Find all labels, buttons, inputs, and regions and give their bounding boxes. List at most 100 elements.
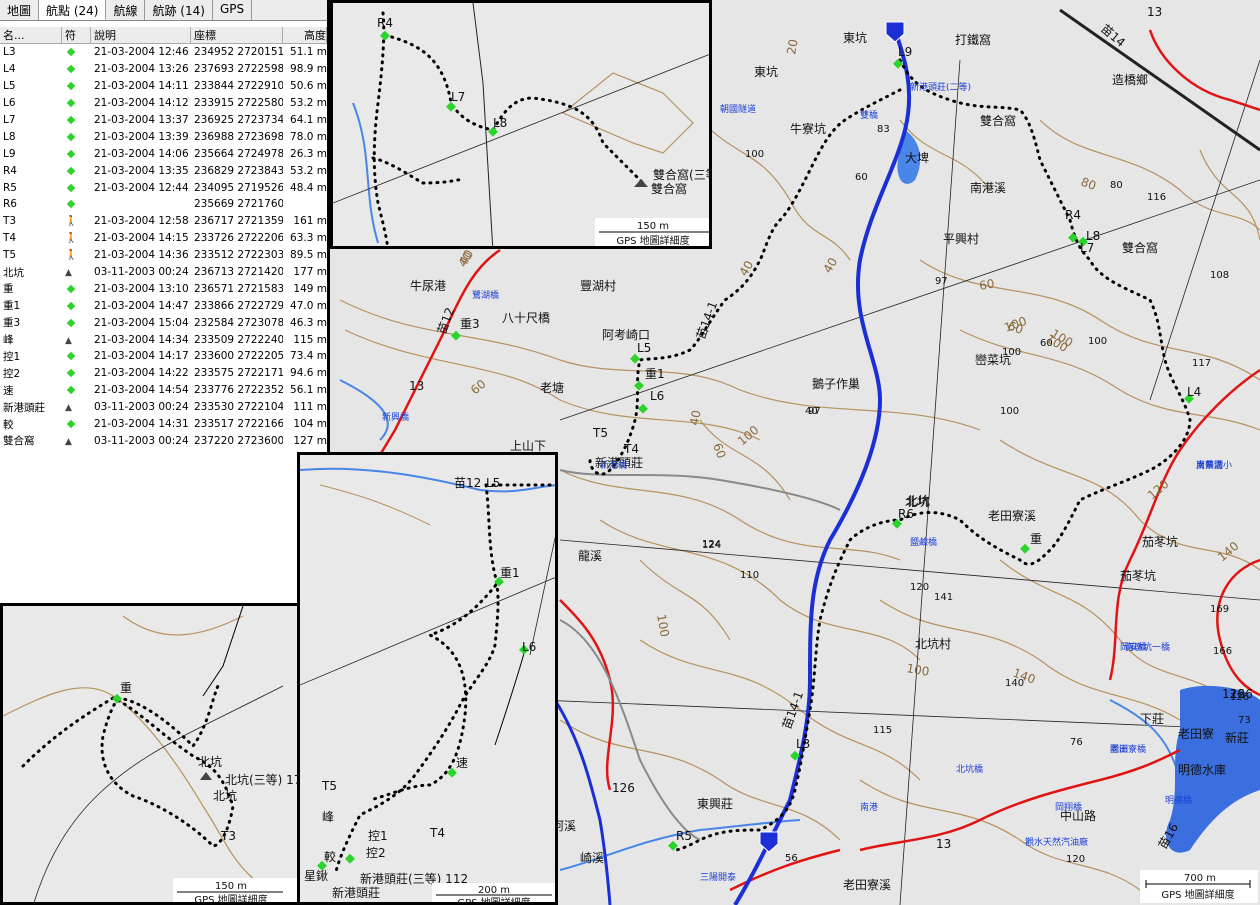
- waypoint-row[interactable]: L4 21-03-2004 13:26 237693 2722598 98.9 m: [0, 61, 327, 78]
- waypoint-name: 控2: [3, 367, 21, 380]
- waypoint-row[interactable]: 重3 21-03-2004 15:04 232584 2723078 46.3 m: [0, 314, 327, 331]
- waypoint-name: 雙合窩: [3, 435, 35, 448]
- waypoint-row[interactable]: T5 🚶 21-03-2004 14:36 233512 2722303 89.5 m: [0, 247, 327, 264]
- waypoint-elev: 46.3 m: [290, 316, 327, 329]
- waypoint-row[interactable]: 新港頭莊 ▲ 03-11-2003 00:24 233530 2722104 111 m: [0, 399, 327, 416]
- waypoint-row[interactable]: 重 21-03-2004 13:10 236571 2721583 149 m: [0, 280, 327, 297]
- waypoint-desc: 21-03-2004 14:15: [94, 232, 189, 245]
- waypoint-row[interactable]: 重1 21-03-2004 14:47 233866 2722729 47.0 m: [0, 297, 327, 314]
- tab-1[interactable]: 航點 (24): [39, 0, 107, 20]
- inset-center-label: T5: [321, 779, 337, 793]
- inset-center-label: 控1: [368, 829, 388, 843]
- waypoint-coord: 236713 2721420: [194, 266, 283, 279]
- waypoint-desc: 21-03-2004 13:26: [94, 63, 189, 76]
- waypoint-symbol: 🚶: [62, 215, 91, 227]
- summit-icon: ▲: [65, 436, 72, 447]
- waypoint-label: R6: [898, 507, 914, 521]
- col-desc-header[interactable]: 說明: [91, 27, 191, 43]
- waypoint-row[interactable]: 控1 21-03-2004 14:17 233600 2722205 73.4 m: [0, 348, 327, 365]
- elevation-label: 100: [1088, 336, 1107, 347]
- waypoint-row[interactable]: 較 21-03-2004 14:31 233517 2722166 104 m: [0, 416, 327, 433]
- waypoint-label: L6: [650, 389, 664, 403]
- waypoint-elev: 47.0 m: [290, 299, 327, 312]
- elevation-label: 141: [934, 592, 953, 603]
- waypoint-label: 重1: [645, 367, 665, 381]
- waypoint-row[interactable]: 雙合窩 ▲ 03-11-2003 00:24 237220 2723600 127 m: [0, 432, 327, 449]
- waypoint-row[interactable]: L6 21-03-2004 14:12 233915 2722580 53.2 m: [0, 95, 327, 112]
- tab-bar: 地圖 航點 (24) 航線 航跡 (14) GPS: [0, 0, 327, 21]
- waypoint-label: L4: [1187, 385, 1201, 399]
- waypoint-coord: 233575 2722171: [194, 367, 283, 380]
- waypoint-row[interactable]: L7 21-03-2004 13:37 236925 2723734 64.1 m: [0, 112, 327, 129]
- waypoint-row[interactable]: R4 21-03-2004 13:35 236829 2723843 53.2 m: [0, 162, 327, 179]
- waypoint-desc: 21-03-2004 15:04: [94, 316, 189, 329]
- elevation-label: 97: [935, 276, 948, 287]
- tab-4[interactable]: GPS: [212, 0, 253, 20]
- inset-top-map[interactable]: R4 L7 L8 雙合窩(三等)雙合窩 150 m GPS 地圖詳細度: [330, 0, 712, 249]
- waypoint-desc: 21-03-2004 14:47: [94, 299, 189, 312]
- waypoint-row[interactable]: L5 21-03-2004 14:11 233844 2722910 50.6 m: [0, 78, 327, 95]
- waypoint-row[interactable]: R6 235669 2721760: [0, 196, 327, 213]
- inset-center-map[interactable]: 苗12 L5 重1 L6 速 T5 峰控1 T4 控2 較星鍬 新港頭莊(三等) 112 新港頭莊 2…: [297, 452, 558, 905]
- waypoint-coord: 237693 2722598: [194, 63, 283, 76]
- waypoint-elev: 50.6 m: [290, 80, 327, 93]
- place-label: 東坑: [843, 30, 867, 45]
- waypoint-elev: 111 m: [293, 401, 327, 414]
- waypoint-elev: 53.2 m: [290, 164, 327, 177]
- bridge-label: 岡翔橋: [1055, 801, 1082, 813]
- waypoint-coord: 233509 2722240: [194, 333, 283, 346]
- inset-center-caption: GPS 地圖詳細度: [457, 896, 530, 905]
- waypoint-row[interactable]: 峰 ▲ 21-03-2004 14:34 233509 2722240 115 m: [0, 331, 327, 348]
- waypoint-row[interactable]: 速 21-03-2004 14:54 233776 2722352 56.1 m: [0, 382, 327, 399]
- waypoint-desc: 21-03-2004 14:17: [94, 350, 189, 363]
- waypoint-desc: 21-03-2004 13:35: [94, 164, 189, 177]
- inset-left-label: 北坑: [213, 788, 237, 803]
- elevation-label: 56: [785, 853, 798, 864]
- bridge-label: 老田寮橋: [1110, 743, 1146, 755]
- waypoint-row[interactable]: T4 🚶 21-03-2004 14:15 233726 2722206 63.3 m: [0, 230, 327, 247]
- bridge-label: 廣蘭國小: [1196, 459, 1232, 471]
- col-coord-header[interactable]: 座標: [191, 27, 283, 43]
- waypoint-label: R5: [676, 829, 692, 843]
- tab-3[interactable]: 航跡 (14): [145, 0, 213, 20]
- bridge-label: 三陽開泰: [700, 871, 736, 883]
- place-label: 平興村: [943, 232, 979, 246]
- summit-icon: ▲: [65, 335, 72, 346]
- waypoint-row[interactable]: 北坑 ▲ 03-11-2003 00:24 236713 2721420 177 m: [0, 264, 327, 281]
- col-name-header[interactable]: 名...: [0, 27, 62, 43]
- waypoint-panel: 地圖 航點 (24) 航線 航跡 (14) GPS 名... 符 說明 座標 高度 L3…: [0, 0, 330, 606]
- waypoint-coord: 233530 2722104: [194, 401, 283, 414]
- inset-top-scale: 150 m: [637, 221, 669, 232]
- place-label: 老田寮: [1178, 726, 1214, 741]
- inset-left-map[interactable]: 重北坑北坑(三等) 177北坑 T3 150 m GPS 地圖詳細度: [0, 603, 300, 905]
- green-diamond-icon: [66, 200, 76, 209]
- inset-center-label: 峰: [322, 810, 334, 824]
- col-symbol-header[interactable]: 符: [62, 27, 91, 43]
- waypoint-name: L7: [3, 114, 16, 126]
- main-scale-text: 700 m: [1184, 873, 1216, 884]
- col-elev-header[interactable]: 高度: [283, 27, 327, 43]
- waypoint-row[interactable]: R5 21-03-2004 12:44 234095 2719526 48.4 m: [0, 179, 327, 196]
- waypoint-name: 速: [3, 384, 14, 397]
- waypoint-row[interactable]: L3 21-03-2004 12:46 234952 2720151 51.1 m: [0, 44, 327, 61]
- waypoint-coord: 234095 2719526: [194, 181, 283, 194]
- tab-0[interactable]: 地圖: [0, 0, 40, 20]
- waypoint-coord: 236717 2721359: [194, 215, 283, 228]
- waypoint-row[interactable]: T3 🚶 21-03-2004 12:58 236717 2721359 161 m: [0, 213, 327, 230]
- waypoint-desc: 21-03-2004 14:34: [94, 333, 189, 346]
- tab-2[interactable]: 航線: [106, 0, 146, 20]
- waypoint-desc: 21-03-2004 13:10: [94, 282, 189, 295]
- waypoint-elev: 161 m: [293, 215, 327, 228]
- waypoint-row[interactable]: L9 21-03-2004 14:06 235664 2724978 26.3 m: [0, 145, 327, 162]
- inset-top-caption: GPS 地圖詳細度: [616, 234, 689, 247]
- place-label: 南港溪: [970, 180, 1006, 195]
- waypoint-symbol: [62, 182, 91, 194]
- waypoint-row[interactable]: L8 21-03-2004 13:39 236988 2723698 78.0 m: [0, 128, 327, 145]
- inset-left-scale: 150 m: [215, 881, 247, 892]
- waypoint-name: T4: [3, 232, 17, 245]
- waypoint-desc: 03-11-2003 00:24: [94, 266, 189, 279]
- inset-top-label: R4: [377, 16, 393, 30]
- waypoint-row[interactable]: 控2 21-03-2004 14:22 233575 2722171 94.6 m: [0, 365, 327, 382]
- green-diamond-icon: [66, 132, 76, 142]
- bridge-label: 新港橋: [600, 459, 627, 471]
